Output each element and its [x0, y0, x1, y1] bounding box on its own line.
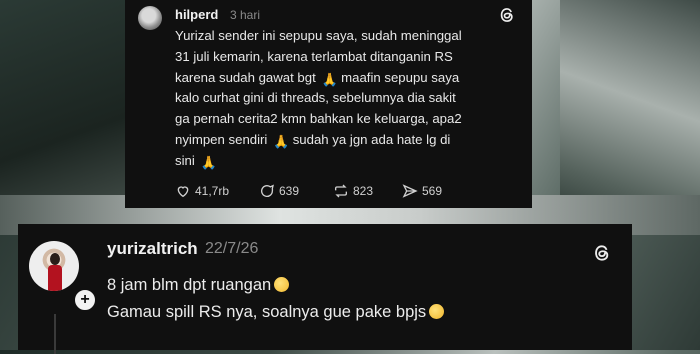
- repost-count: 823: [353, 184, 374, 198]
- comment-count: 639: [279, 184, 300, 198]
- thread-connector-line: [54, 314, 56, 354]
- avatar[interactable]: [29, 241, 79, 291]
- like-count: 41,7rb: [195, 184, 230, 198]
- folded-hands-emoji: 🙏: [200, 154, 217, 170]
- reply-line-text: Gamau spill RS nya, soalnya gue pake bpj…: [107, 303, 427, 321]
- post-line-part: sudah ya jgn ada hate lg di: [292, 131, 451, 147]
- post-line-part: nyimpen sendiri: [175, 131, 268, 147]
- post-line-part: maafin sepupu saya: [341, 69, 460, 85]
- post-line: nyimpen sendiri 🙏 sudah ya jgn ada hate …: [175, 130, 525, 151]
- repost-button[interactable]: 823: [333, 183, 373, 199]
- plus-icon[interactable]: +: [73, 288, 97, 312]
- post-author[interactable]: hilperd: [175, 7, 218, 22]
- background-blur-right: [560, 0, 700, 220]
- post-card: hilperd 3 hari Yurizal sender ini sepupu…: [125, 0, 532, 208]
- comment-button[interactable]: 639: [259, 183, 299, 199]
- avatar-head: [50, 253, 60, 265]
- reply-line: Gamau spill RS nya, soalnya gue pake bpj…: [107, 299, 587, 326]
- folded-hands-emoji: 🙏: [273, 133, 290, 149]
- pleading-face-emoji: [429, 304, 445, 319]
- post-line: 31 juli kemarin, karena terlambat ditang…: [175, 48, 453, 64]
- reply-time: 22/7/26: [205, 240, 259, 257]
- post-line: sini 🙏: [175, 151, 525, 172]
- post-line: Yurizal sender ini sepupu saya, sudah me…: [175, 28, 462, 43]
- threads-logo-icon[interactable]: [591, 242, 613, 264]
- share-count: 569: [422, 184, 443, 198]
- share-button[interactable]: 569: [402, 183, 442, 199]
- post-body: Yurizal sender ini sepupu saya, sudah me…: [175, 26, 525, 172]
- folded-hands-emoji: 🙏: [321, 71, 338, 87]
- post-line: kalo curhat gini di threads, sebelumnya …: [175, 90, 456, 106]
- post-line-part: karena sudah gawat bgt: [175, 69, 316, 85]
- heart-icon: [177, 186, 189, 198]
- post-line: karena sudah gawat bgt 🙏 maafin sepupu s…: [175, 68, 525, 89]
- reply-line-text: 8 jam blm dpt ruangan: [107, 276, 272, 294]
- threads-logo-icon[interactable]: [497, 5, 517, 25]
- repost-icon: [335, 184, 347, 198]
- reply-card: + yurizaltrich 22/7/26 8 jam blm dpt rua…: [18, 224, 632, 354]
- comment-icon: [261, 184, 274, 197]
- reply-author[interactable]: yurizaltrich: [107, 239, 198, 259]
- reply-line: 8 jam blm dpt ruangan: [107, 272, 587, 299]
- post-line-part: sini: [175, 152, 195, 168]
- post-time: 3 hari: [230, 8, 261, 22]
- share-icon: [402, 184, 418, 198]
- post-line: ga pernah cerita2 kmn bahkan ke keluarga…: [175, 111, 462, 127]
- avatar[interactable]: [138, 6, 162, 30]
- like-button[interactable]: 41,7rb: [175, 183, 229, 199]
- background-blur-left: [0, 0, 140, 220]
- avatar-figure: [48, 265, 62, 291]
- reply-body: 8 jam blm dpt ruangan Gamau spill RS nya…: [107, 272, 587, 326]
- frowning-face-emoji: [274, 277, 290, 292]
